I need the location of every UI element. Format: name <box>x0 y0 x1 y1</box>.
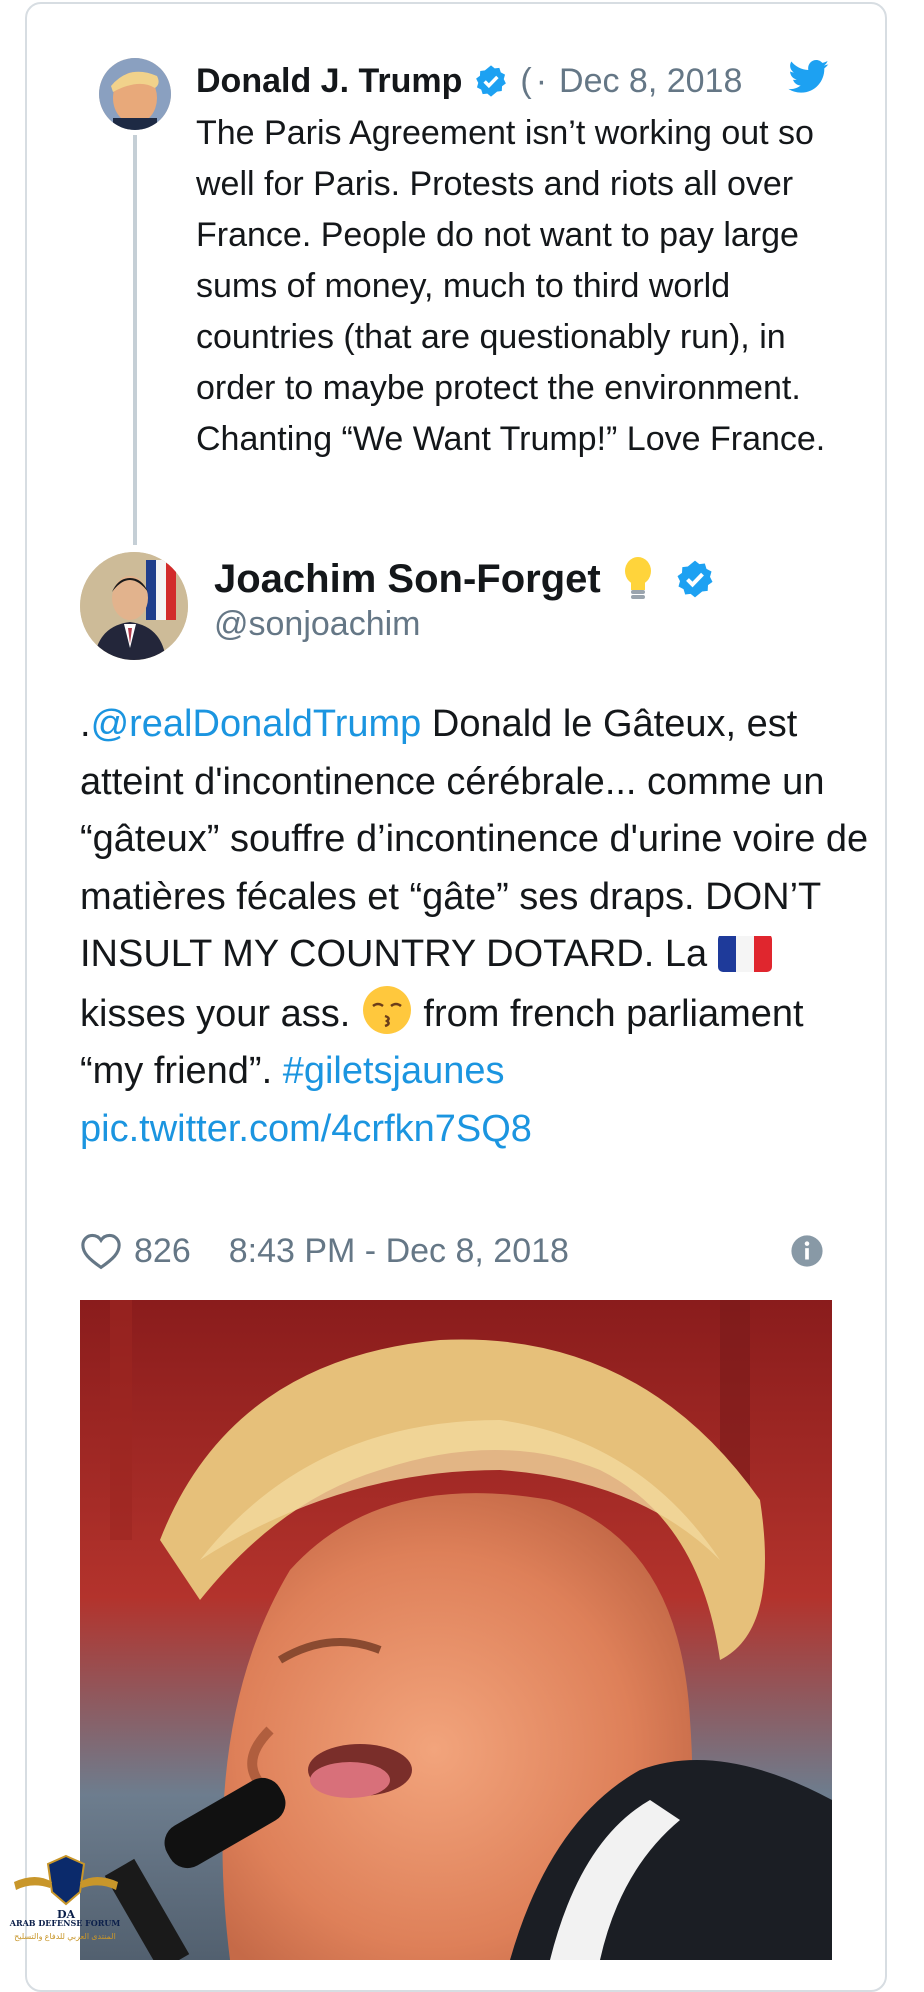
quoted-separator: · <box>535 61 548 100</box>
quoted-date[interactable]: Dec 8, 2018 <box>559 62 742 101</box>
watermark-arabic: المنتدى العربي للدفاع والتسليح <box>14 1932 116 1941</box>
thread-connector-line <box>133 135 137 545</box>
pic-link[interactable]: pic.twitter.com/4crfkn7SQ8 <box>80 1108 532 1150</box>
like-count: 826 <box>134 1231 191 1270</box>
reply-author-handle[interactable]: @sonjoachim <box>214 605 421 644</box>
tweet-media-image[interactable] <box>80 1300 832 1960</box>
reply-author-avatar[interactable] <box>80 552 188 660</box>
kissing-face-emoji-icon <box>361 984 413 1036</box>
hashtag-link[interactable]: #giletsjaunes <box>283 1050 505 1092</box>
verified-badge-icon <box>474 64 508 98</box>
france-flag-emoji-icon <box>717 934 772 972</box>
tweet-timestamp[interactable]: 8:43 PM - Dec 8, 2018 <box>229 1232 569 1271</box>
twitter-bird-icon[interactable] <box>788 60 830 94</box>
tweet-footer: 826 8:43 PM - Dec 8, 2018 <box>80 1226 824 1276</box>
quoted-author-name[interactable]: Donald J. Trump <box>196 62 462 101</box>
reply-tweet-text: .@realDonaldTrump Donald le Gâteux, est … <box>80 696 870 1158</box>
text-prefix: . <box>80 703 91 745</box>
quoted-tweet-text: The Paris Agreement isn’t working out so… <box>196 114 826 458</box>
quoted-handle-fragment: ( <box>520 61 532 100</box>
quoted-author-avatar[interactable] <box>99 58 171 130</box>
reply-author-name[interactable]: Joachim Son-Forget <box>214 557 601 602</box>
verified-badge-icon <box>675 559 715 599</box>
quoted-tweet-header: Donald J. Trump ( · Dec 8, 2018 <box>196 56 742 106</box>
watermark-name: ARAB DEFENSE FORUM <box>9 1918 121 1928</box>
heart-icon[interactable] <box>80 1232 122 1270</box>
info-icon[interactable] <box>790 1234 824 1268</box>
lightbulb-emoji-icon <box>623 556 653 602</box>
reply-author-name-row: Joachim Son-Forget <box>214 556 715 602</box>
mention-link[interactable]: @realDonaldTrump <box>91 703 422 745</box>
text-part: kisses your ass. <box>80 992 361 1035</box>
